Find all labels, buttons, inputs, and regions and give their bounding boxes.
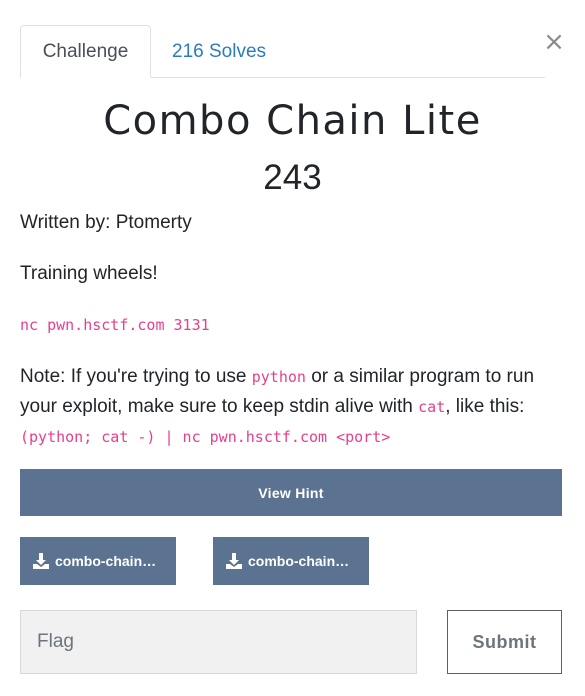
note-code-cat: cat [418, 398, 446, 416]
challenge-note: Note: If you're trying to use python or … [20, 362, 565, 452]
flag-input[interactable] [20, 610, 417, 674]
challenge-description: Training wheels! [20, 263, 158, 284]
note-code-python: python [251, 368, 306, 386]
download-icon [226, 553, 242, 569]
file-label: combo-chain… [55, 553, 157, 569]
file-download-button[interactable]: combo-chain… [213, 537, 369, 585]
note-code-command: (python; cat -) | nc pwn.hsctf.com <port… [20, 428, 391, 446]
download-icon [33, 553, 49, 569]
challenge-points: 243 [263, 158, 322, 197]
challenge-author: Written by: Ptomerty [20, 212, 192, 233]
note-text-3: , like this: [445, 396, 525, 417]
connection-command: nc pwn.hsctf.com 3131 [20, 316, 210, 334]
challenge-title: Combo Chain Lite [103, 98, 482, 144]
file-download-button[interactable]: combo-chain… [20, 537, 176, 585]
note-text-1: Note: If you're trying to use [20, 366, 252, 387]
submit-button[interactable]: Submit [447, 610, 562, 674]
view-hint-button[interactable]: View Hint [20, 469, 562, 516]
tab-challenge[interactable]: Challenge [20, 25, 151, 78]
challenge-tabs: Challenge 216 Solves [20, 25, 545, 78]
tab-solves[interactable]: 216 Solves [151, 25, 287, 78]
file-label: combo-chain… [248, 553, 350, 569]
